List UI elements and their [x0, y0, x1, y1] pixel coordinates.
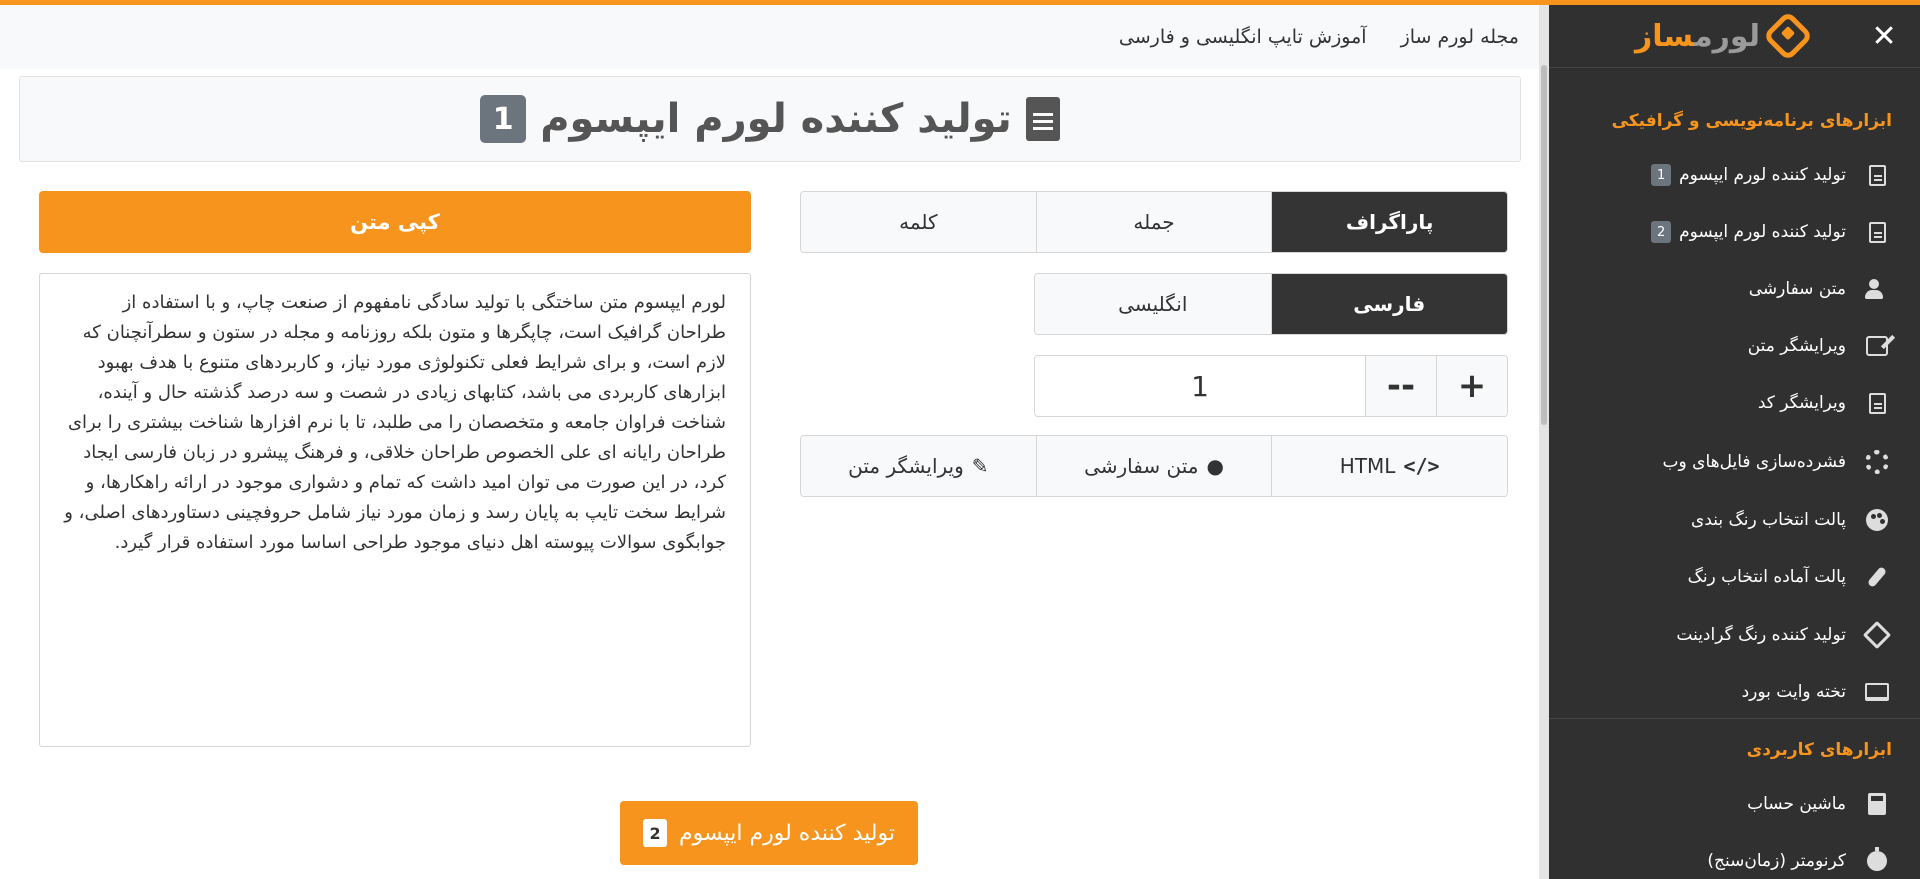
custom-text-button-label: متن سفارشی: [1084, 454, 1199, 478]
tab-persian[interactable]: فارسی: [1270, 274, 1507, 334]
language-tabs: فارسی انگلیسی: [1034, 273, 1508, 335]
document-icon: [1025, 97, 1060, 141]
html-button[interactable]: </> HTML: [1271, 436, 1507, 496]
increment-button[interactable]: +: [1436, 356, 1507, 416]
logo-text: لورمساز: [1635, 18, 1760, 54]
sidebar-section-utilities: ابزارهای کاربردی: [1746, 740, 1892, 760]
sidebar-item-whiteboard[interactable]: تخته وایت بورد: [1569, 672, 1892, 712]
tab-paragraph[interactable]: پاراگراف: [1271, 192, 1507, 252]
sidebar-item-lorem-2[interactable]: تولید کننده لورم ایپسوم 2: [1569, 212, 1892, 252]
sidebar-item-custom-text[interactable]: متن سفارشی: [1569, 269, 1892, 309]
sidebar-scrollbar[interactable]: [1539, 5, 1549, 879]
quantity-value[interactable]: 1: [1035, 356, 1365, 416]
sidebar-section-programming: ابزارهای برنامه‌نویسی و گرافیکی: [1611, 111, 1892, 131]
palette-icon: [1866, 509, 1888, 531]
tab-sentence[interactable]: جمله: [1035, 192, 1272, 252]
generator-2-badge: 2: [643, 819, 668, 847]
nav-link-magazine[interactable]: مجله لورم ساز: [1401, 26, 1519, 48]
action-buttons: </> HTML ● متن سفارشی ✎ ویرایشگر متن: [800, 435, 1508, 497]
laptop-icon: [1865, 683, 1889, 701]
html-button-label: HTML: [1339, 454, 1396, 478]
text-editor-button-label: ویرایشگر متن: [848, 454, 964, 478]
quantity-stepper: 1 -- +: [1034, 355, 1508, 417]
tab-english[interactable]: انگلیسی: [1035, 274, 1271, 334]
tab-word[interactable]: کلمه: [801, 192, 1036, 252]
page-title-panel: تولید کننده لورم ایپسوم 1: [19, 76, 1521, 162]
brush-icon: [1866, 566, 1888, 588]
page-title: تولید کننده لورم ایپسوم: [540, 96, 1012, 142]
sidebar-item-gradient[interactable]: تولید کننده رنگ گرادینت: [1569, 615, 1892, 655]
mode-tabs: پاراگراف جمله کلمه: [800, 191, 1508, 253]
sidebar-item-minify[interactable]: فشرده‌سازی فایل‌های وب: [1569, 442, 1892, 482]
top-navbar: آموزش تایپ انگلیسی و فارسی مجله لورم ساز: [0, 5, 1539, 69]
edit-icon: [1866, 336, 1888, 356]
document-icon: [1868, 164, 1886, 186]
sidebar-item-lorem-1[interactable]: تولید کننده لورم ایپسوم 1: [1569, 155, 1892, 195]
user-edit-icon: ●: [1206, 454, 1224, 478]
generator-2-label: تولید کننده لورم ایپسوم: [679, 820, 895, 846]
close-icon[interactable]: ✕: [1862, 14, 1906, 58]
document-icon: [1868, 221, 1886, 243]
decrement-button[interactable]: --: [1365, 356, 1436, 416]
sidebar-item-ready-palette[interactable]: پالت آماده انتخاب رنگ: [1569, 557, 1892, 597]
fill-icon: [1862, 620, 1892, 650]
sidebar-item-calculator[interactable]: ماشین حساب: [1569, 784, 1892, 824]
generated-text-box[interactable]: لورم ایپسوم متن ساختگی با تولید سادگی نا…: [39, 273, 751, 747]
sidebar-divider: [1549, 718, 1920, 719]
sidebar-header: ✕ لورمساز: [1549, 5, 1920, 68]
custom-text-button[interactable]: ● متن سفارشی: [1035, 436, 1272, 496]
logo[interactable]: لورمساز: [1635, 10, 1814, 62]
sidebar-item-stopwatch[interactable]: کرنومتر (زمان‌سنج): [1569, 841, 1892, 879]
code-file-icon: [1868, 392, 1886, 414]
gears-icon: [1865, 450, 1889, 474]
text-editor-button[interactable]: ✎ ویرایشگر متن: [801, 436, 1036, 496]
nav-link-typing[interactable]: آموزش تایپ انگلیسی و فارسی: [1119, 26, 1367, 48]
user-edit-icon: [1864, 279, 1890, 299]
code-icon: </>: [1403, 454, 1440, 478]
generator-2-button[interactable]: تولید کننده لورم ایپسوم 2: [620, 801, 918, 865]
logo-mark-icon: [1762, 10, 1814, 62]
copy-text-button[interactable]: کپی متن: [39, 191, 751, 253]
sidebar: ✕ لورمساز ابزارهای برنامه‌نویسی و گرافیک…: [1539, 5, 1920, 879]
sidebar-item-code-editor[interactable]: ویرایشگر کد: [1569, 383, 1892, 423]
edit-icon: ✎: [971, 454, 989, 478]
sidebar-item-color-palette[interactable]: پالت انتخاب رنگ بندی: [1569, 500, 1892, 540]
stopwatch-icon: [1867, 847, 1887, 871]
calculator-icon: [1868, 793, 1886, 815]
sidebar-item-text-editor[interactable]: ویرایشگر متن: [1569, 326, 1892, 366]
title-number-badge: 1: [480, 95, 527, 143]
